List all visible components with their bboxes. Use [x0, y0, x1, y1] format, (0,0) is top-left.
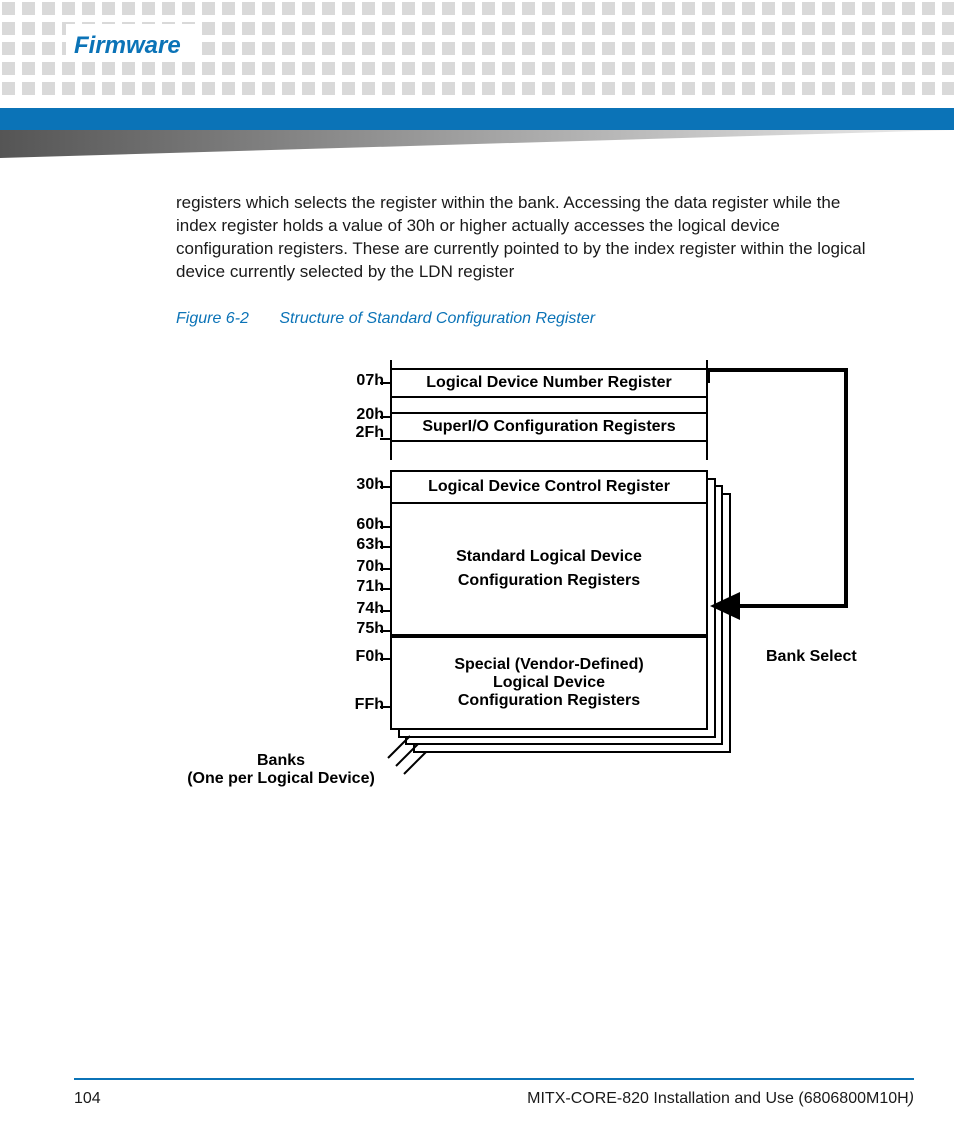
box-special-config: Special (Vendor-Defined) Logical Device … — [390, 636, 708, 730]
box-ldn-register: Logical Device Number Register — [390, 368, 708, 398]
box-control-register: Logical Device Control Register — [390, 470, 708, 504]
addr-2Fh: 2Fh — [334, 424, 384, 442]
label-banks: Banks (One per Logical Device) — [176, 752, 386, 787]
header-grey-wedge — [0, 130, 954, 158]
figure-caption: Figure 6-2 Structure of Standard Configu… — [176, 310, 595, 328]
addr-07h: 07h — [334, 372, 384, 390]
document-title-footer: MITX-CORE-820 Installation and Use (6806… — [527, 1090, 914, 1108]
addr-75h: 75h — [334, 620, 384, 638]
addr-60h: 60h — [334, 516, 384, 534]
header-blue-bar — [0, 108, 954, 130]
addr-70h: 70h — [334, 558, 384, 576]
box-superio-registers: SuperI/O Configuration Registers — [390, 412, 708, 442]
page-number: 104 — [74, 1090, 101, 1108]
footer-rule — [74, 1078, 914, 1080]
addr-20h: 20h — [334, 406, 384, 424]
bank-select-arrow-icon — [706, 368, 876, 648]
addr-30h: 30h — [334, 476, 384, 494]
banks-brace-icon — [384, 732, 444, 782]
addr-74h: 74h — [334, 600, 384, 618]
addr-63h: 63h — [334, 536, 384, 554]
page-header-title: Firmware — [74, 32, 189, 60]
addr-71h: 71h — [334, 578, 384, 596]
label-bank-select: Bank Select — [766, 648, 857, 666]
box-standard-config: Standard Logical Device Configuration Re… — [390, 504, 708, 636]
addr-F0h: F0h — [334, 648, 384, 666]
body-paragraph: registers which selects the register wit… — [176, 192, 876, 284]
figure-number: Figure 6-2 — [176, 310, 249, 327]
figure-title: Structure of Standard Configuration Regi… — [279, 310, 595, 327]
addr-FFh: FFh — [334, 696, 384, 714]
register-diagram: Logical Device Number Register 07h Super… — [176, 358, 896, 798]
